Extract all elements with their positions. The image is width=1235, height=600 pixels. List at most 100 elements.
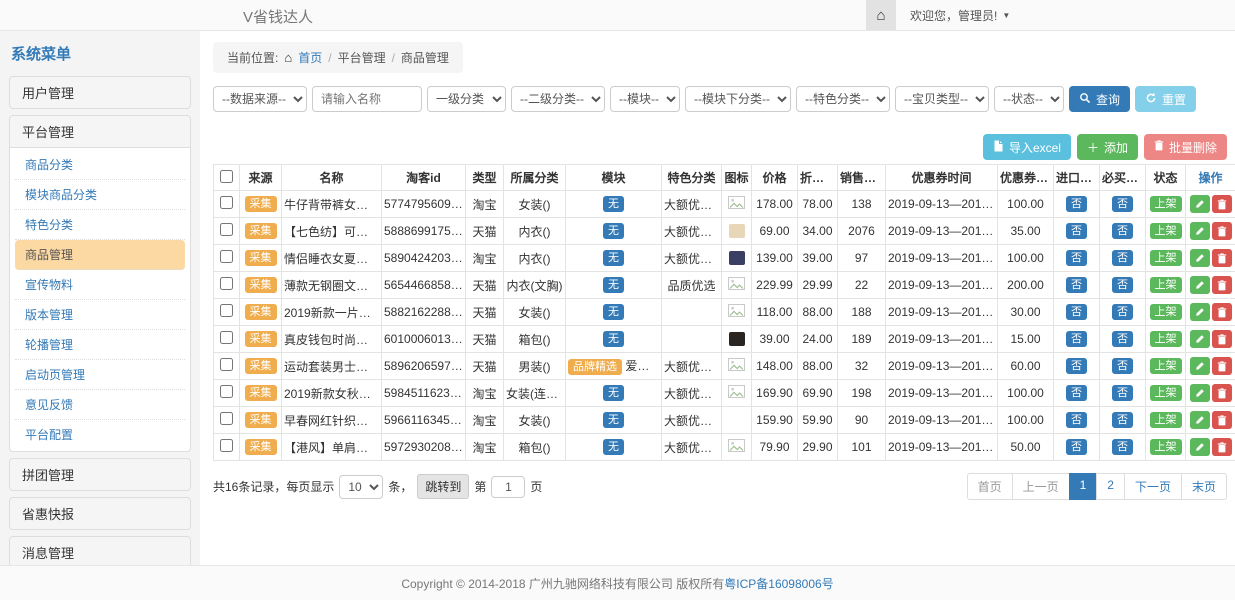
status-badge[interactable]: 上架 (1150, 358, 1182, 374)
row-checkbox[interactable] (220, 331, 233, 344)
import-pref-toggle[interactable]: 否 (1066, 412, 1087, 428)
must-buy-toggle[interactable]: 否 (1112, 385, 1133, 401)
breadcrumb-home-link[interactable]: 首页 (298, 49, 322, 66)
must-buy-toggle[interactable]: 否 (1112, 304, 1133, 320)
edit-button[interactable] (1190, 249, 1210, 267)
page-button-下一页[interactable]: 下一页 (1124, 473, 1182, 500)
must-buy-toggle[interactable]: 否 (1112, 331, 1133, 347)
row-checkbox[interactable] (220, 196, 233, 209)
import-pref-toggle[interactable]: 否 (1066, 304, 1087, 320)
sidebar-item-saving-news[interactable]: 省惠快报 (10, 498, 190, 529)
import-pref-toggle[interactable]: 否 (1066, 196, 1087, 212)
status-badge[interactable]: 上架 (1150, 223, 1182, 239)
import-pref-toggle[interactable]: 否 (1066, 277, 1087, 293)
delete-button[interactable] (1212, 222, 1232, 240)
level1-category-select[interactable]: 一级分类 (427, 86, 506, 112)
sidebar-item-module-goods-category[interactable]: 模块商品分类 (15, 180, 185, 210)
import-pref-toggle[interactable]: 否 (1066, 223, 1087, 239)
delete-button[interactable] (1212, 411, 1232, 429)
delete-button[interactable] (1212, 384, 1232, 402)
sidebar-item-version-management[interactable]: 版本管理 (15, 300, 185, 330)
jump-to-button[interactable]: 跳转到 (417, 474, 469, 499)
delete-button[interactable] (1212, 357, 1232, 375)
module-select[interactable]: --模块-- (610, 86, 680, 112)
row-checkbox[interactable] (220, 304, 233, 317)
goods-name-input[interactable] (312, 86, 422, 112)
import-pref-toggle[interactable]: 否 (1066, 331, 1087, 347)
delete-button[interactable] (1212, 330, 1232, 348)
sidebar-item-feedback[interactable]: 意见反馈 (15, 390, 185, 420)
reset-button[interactable]: 重置 (1135, 86, 1196, 112)
sidebar-item-promo-materials[interactable]: 宣传物料 (15, 270, 185, 300)
page-button-上一页[interactable]: 上一页 (1012, 473, 1070, 500)
sidebar-item-goods-category[interactable]: 商品分类 (15, 150, 185, 180)
status-badge[interactable]: 上架 (1150, 277, 1182, 293)
row-checkbox[interactable] (220, 385, 233, 398)
home-button[interactable]: ⌂ (866, 0, 896, 30)
sidebar-item-groupbuy[interactable]: 拼团管理 (10, 459, 190, 490)
row-checkbox[interactable] (220, 358, 233, 371)
icp-link[interactable]: 粤ICP备16098006号 (724, 575, 833, 592)
import-pref-toggle[interactable]: 否 (1066, 439, 1087, 455)
page-number-input[interactable] (491, 476, 525, 498)
page-button-2[interactable]: 2 (1096, 473, 1125, 500)
edit-button[interactable] (1190, 303, 1210, 321)
import-excel-button[interactable]: 导入excel (983, 134, 1071, 160)
search-button[interactable]: 查询 (1069, 86, 1130, 112)
item-type-select[interactable]: --宝贝类型-- (895, 86, 989, 112)
edit-button[interactable] (1190, 195, 1210, 213)
edit-button[interactable] (1190, 357, 1210, 375)
status-badge[interactable]: 上架 (1150, 250, 1182, 266)
welcome-text[interactable]: 欢迎您，管理员! (910, 7, 997, 24)
row-checkbox[interactable] (220, 223, 233, 236)
select-all-checkbox[interactable] (220, 170, 233, 183)
status-badge[interactable]: 上架 (1150, 331, 1182, 347)
must-buy-toggle[interactable]: 否 (1112, 223, 1133, 239)
sidebar-item-messages[interactable]: 消息管理 (10, 537, 190, 565)
data-source-select[interactable]: --数据来源-- (213, 86, 307, 112)
status-badge[interactable]: 上架 (1150, 385, 1182, 401)
batch-delete-button[interactable]: 批量删除 (1144, 134, 1227, 160)
page-button-1[interactable]: 1 (1069, 473, 1098, 500)
import-pref-toggle[interactable]: 否 (1066, 358, 1087, 374)
sidebar-item-carousel-management[interactable]: 轮播管理 (15, 330, 185, 360)
row-checkbox[interactable] (220, 250, 233, 263)
delete-button[interactable] (1212, 195, 1232, 213)
row-checkbox[interactable] (220, 439, 233, 452)
status-badge[interactable]: 上架 (1150, 304, 1182, 320)
delete-button[interactable] (1212, 276, 1232, 294)
sidebar-item-splash-page-management[interactable]: 启动页管理 (15, 360, 185, 390)
page-button-末页[interactable]: 末页 (1181, 473, 1227, 500)
row-checkbox[interactable] (220, 277, 233, 290)
edit-button[interactable] (1190, 438, 1210, 456)
module-subcategory-select[interactable]: --模块下分类-- (685, 86, 791, 112)
edit-button[interactable] (1190, 276, 1210, 294)
status-badge[interactable]: 上架 (1150, 439, 1182, 455)
delete-button[interactable] (1212, 249, 1232, 267)
must-buy-toggle[interactable]: 否 (1112, 412, 1133, 428)
must-buy-toggle[interactable]: 否 (1112, 250, 1133, 266)
edit-button[interactable] (1190, 330, 1210, 348)
feature-category-select[interactable]: --特色分类-- (796, 86, 890, 112)
status-select[interactable]: --状态-- (994, 86, 1064, 112)
page-button-首页[interactable]: 首页 (967, 473, 1013, 500)
sidebar-item-goods-management[interactable]: 商品管理 (15, 240, 185, 270)
sidebar-item-feature-category[interactable]: 特色分类 (15, 210, 185, 240)
import-pref-toggle[interactable]: 否 (1066, 385, 1087, 401)
level2-category-select[interactable]: --二级分类-- (511, 86, 605, 112)
sidebar-item-platform[interactable]: 平台管理 (10, 116, 190, 147)
edit-button[interactable] (1190, 411, 1210, 429)
sidebar-item-users[interactable]: 用户管理 (10, 77, 190, 108)
sidebar-item-platform-config[interactable]: 平台配置 (15, 420, 185, 449)
must-buy-toggle[interactable]: 否 (1112, 196, 1133, 212)
add-button[interactable]: ＋ 添加 (1077, 134, 1138, 160)
row-checkbox[interactable] (220, 412, 233, 425)
delete-button[interactable] (1212, 303, 1232, 321)
status-badge[interactable]: 上架 (1150, 412, 1182, 428)
must-buy-toggle[interactable]: 否 (1112, 277, 1133, 293)
must-buy-toggle[interactable]: 否 (1112, 358, 1133, 374)
edit-button[interactable] (1190, 222, 1210, 240)
edit-button[interactable] (1190, 384, 1210, 402)
import-pref-toggle[interactable]: 否 (1066, 250, 1087, 266)
must-buy-toggle[interactable]: 否 (1112, 439, 1133, 455)
